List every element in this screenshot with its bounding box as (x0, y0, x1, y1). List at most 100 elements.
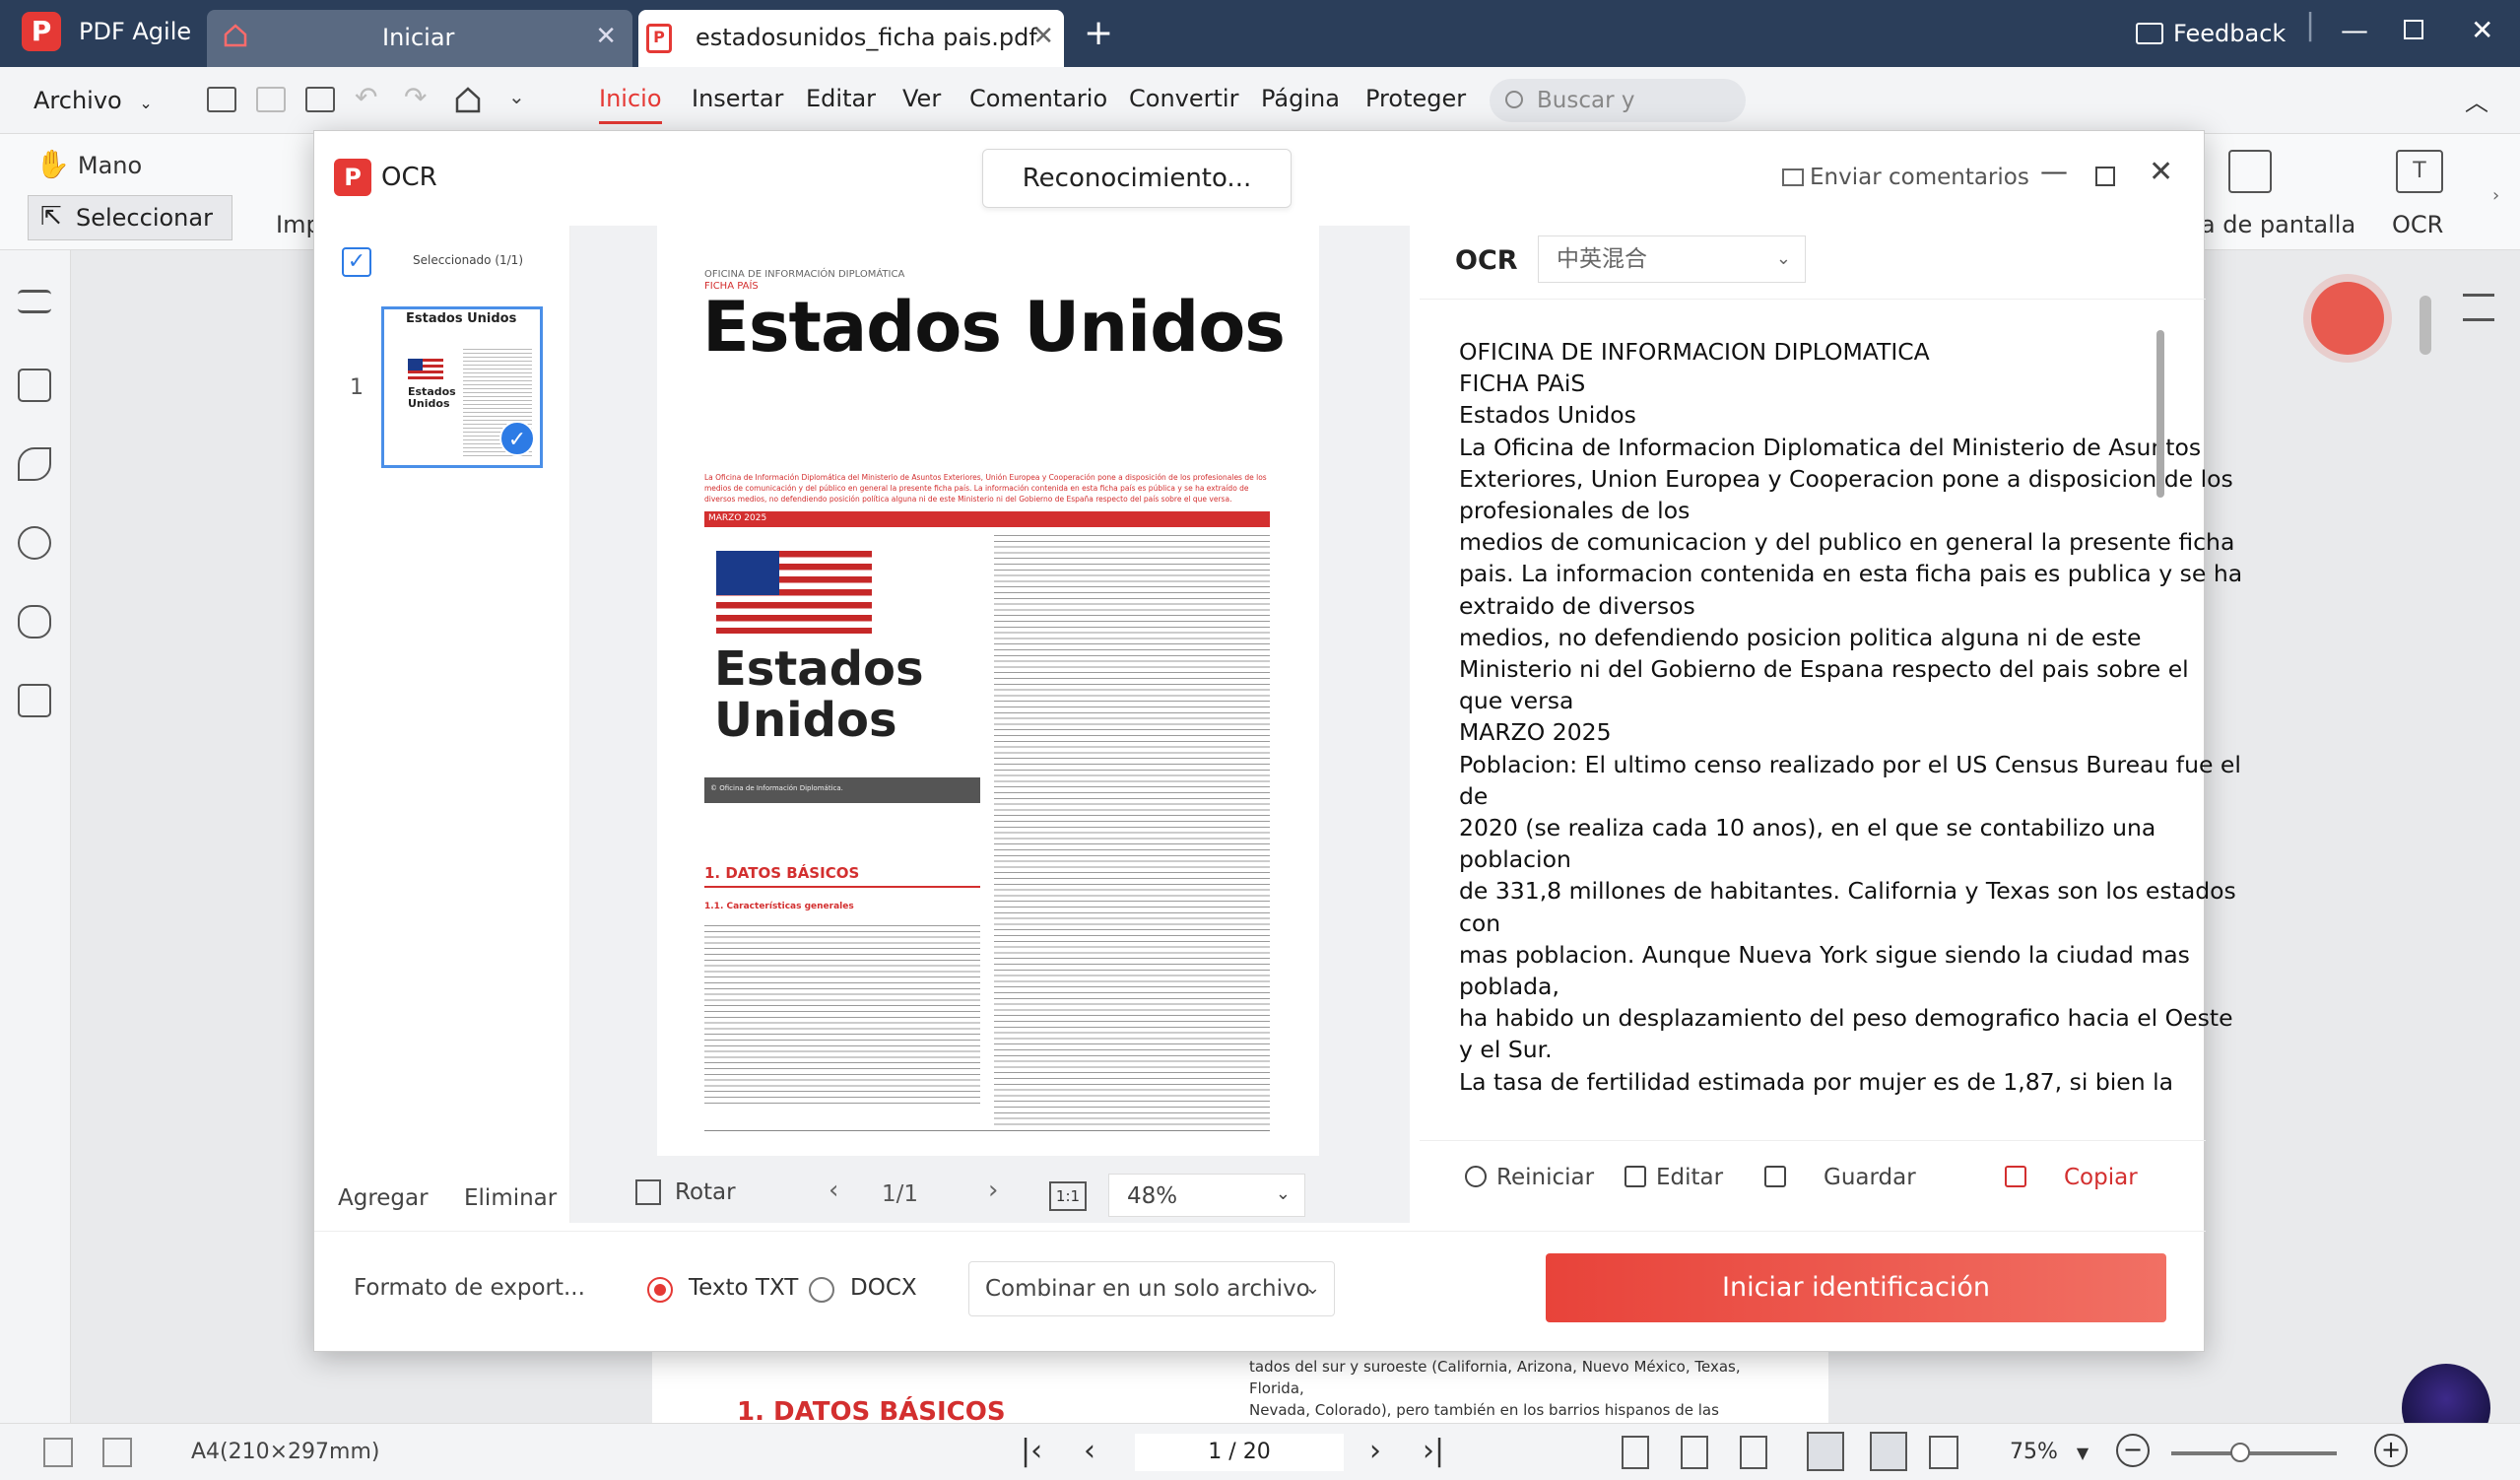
maximize-icon[interactable] (2404, 20, 2423, 39)
panel-left-icon[interactable] (43, 1438, 73, 1467)
customize-toolbar-icon[interactable]: ⌄ (508, 85, 525, 108)
hand-label: Mano (77, 152, 143, 179)
ribbon-tab-pagina[interactable]: Página (1261, 85, 1340, 112)
add-page-button[interactable]: Agregar (338, 1185, 429, 1211)
attachment-icon[interactable] (18, 605, 51, 639)
send-feedback-link[interactable]: Enviar comentarios (1782, 165, 2029, 190)
docx-radio[interactable] (809, 1277, 834, 1303)
ribbon-tab-editar[interactable]: Editar (806, 85, 876, 112)
zoom-slider-knob[interactable] (2230, 1443, 2250, 1462)
minimize-icon[interactable]: — (2341, 14, 2368, 46)
txt-radio[interactable] (647, 1277, 673, 1303)
preview-caption: © Oficina de Información Diplomática. (710, 784, 843, 792)
language-select[interactable]: 中英混合 ⌄ (1538, 235, 1806, 283)
actual-size-button[interactable]: 1:1 (1049, 1181, 1087, 1211)
ocr-result-text[interactable]: OFICINA DE INFORMACION DIPLOMATICA FICHA … (1459, 336, 2243, 1098)
fit-page-icon[interactable] (1622, 1436, 1649, 1469)
checkmark-icon[interactable]: ✓ (499, 421, 535, 456)
home-icon[interactable] (453, 85, 483, 114)
reset-button[interactable]: Reiniciar (1465, 1165, 1594, 1190)
settings-sliders-icon[interactable] (2463, 294, 2494, 321)
ocr-icon[interactable]: T (2396, 150, 2443, 193)
next-page-icon[interactable]: › (1369, 1434, 1381, 1468)
select-tool[interactable]: ⇱ Seleccionar (28, 195, 232, 240)
maximize-icon[interactable] (2095, 167, 2115, 186)
fit-width-icon[interactable] (1681, 1436, 1708, 1469)
chevron-right-icon[interactable]: › (2492, 185, 2499, 206)
ocr-text-line: La Oficina de Informacion Diplomatica de… (1459, 433, 2202, 461)
scrollbar[interactable] (2156, 330, 2164, 498)
prev-page-icon[interactable]: ‹ (829, 1176, 838, 1205)
start-identification-button[interactable]: Iniciar identificación (1546, 1253, 2166, 1322)
new-tab-icon[interactable]: + (1084, 14, 1113, 53)
close-window-icon[interactable]: ✕ (2471, 14, 2493, 46)
ocr-text-line: Estados Unidos (1459, 401, 1636, 430)
search-icon[interactable] (18, 526, 51, 560)
screenshot-icon[interactable] (2228, 150, 2272, 193)
page-number-input[interactable]: 1 / 20 (1135, 1434, 1344, 1471)
preview-page-indicator: 1/1 (882, 1181, 919, 1207)
ribbon-tab-comentario[interactable]: Comentario (969, 85, 1107, 112)
preview-zoom-select[interactable]: 48% ⌄ (1108, 1174, 1305, 1217)
open-folder-icon[interactable] (207, 87, 236, 112)
hand-tool[interactable]: ✋ Mano (35, 148, 142, 180)
app-logo: P (334, 159, 371, 196)
menu-icon[interactable] (18, 290, 51, 313)
ribbon-tab-insertar[interactable]: Insertar (692, 85, 783, 112)
scrollbar[interactable] (2420, 296, 2431, 355)
preview-title: Estados Unidos (702, 287, 1286, 368)
chevron-up-icon[interactable]: ︿ (2465, 83, 2488, 117)
zoom-dropdown[interactable]: 75% ▼ (2010, 1440, 2089, 1464)
next-page-icon[interactable]: › (988, 1176, 998, 1205)
feedback-button[interactable]: Feedback (2136, 20, 2286, 47)
single-page-view-icon[interactable] (1807, 1432, 1844, 1471)
screenshot-tool-label[interactable]: ra de pantalla (2191, 211, 2355, 238)
save-button[interactable]: Guardar (1764, 1165, 1916, 1190)
history-icon[interactable] (18, 684, 51, 717)
zoom-slider[interactable] (2171, 1443, 2337, 1462)
close-tab-icon[interactable]: ✕ (1032, 22, 1054, 51)
reset-icon (1465, 1166, 1487, 1187)
zoom-out-icon[interactable]: − (2116, 1434, 2150, 1467)
remove-page-button[interactable]: Eliminar (464, 1185, 557, 1211)
last-page-icon[interactable]: ›| (1423, 1434, 1444, 1468)
edit-button[interactable]: Editar (1625, 1165, 1723, 1190)
prev-page-icon[interactable]: ‹ (1084, 1434, 1095, 1468)
docx-radio-label[interactable]: DOCX (850, 1275, 917, 1301)
txt-radio-label[interactable]: Texto TXT (689, 1275, 798, 1301)
dialog-title: OCR (381, 163, 437, 192)
thumbnails-icon[interactable] (18, 369, 51, 402)
panel-right-icon[interactable] (102, 1438, 132, 1467)
zoom-in-icon[interactable]: + (2374, 1434, 2408, 1467)
select-all-checkbox[interactable]: ✓ (342, 247, 371, 277)
close-icon[interactable]: ✕ (2149, 155, 2173, 189)
ocr-text-line: pais. La informacion contenida en esta f… (1459, 560, 2243, 588)
actual-size-icon[interactable] (1740, 1436, 1767, 1469)
undo-icon[interactable]: ↶ (355, 81, 377, 113)
close-tab-icon[interactable]: ✕ (595, 22, 617, 51)
merge-files-select[interactable]: Combinar en un solo archivo ⌄ (968, 1261, 1335, 1316)
rotate-button[interactable]: Rotar (635, 1179, 736, 1205)
signature-icon[interactable] (18, 447, 51, 481)
floating-convert-button[interactable] (2311, 282, 2384, 355)
ocr-text-line: medios, no defendiendo posicion politica… (1459, 623, 2142, 651)
print-icon[interactable] (305, 87, 335, 112)
ocr-tool-label[interactable]: OCR (2392, 211, 2443, 238)
tab-document[interactable]: P estadosunidos_ficha pais.pdf ✕ (638, 10, 1064, 67)
search-replace-input[interactable]: Buscar y reempla... (1490, 79, 1746, 157)
ribbon-tab-proteger[interactable]: Proteger (1365, 85, 1466, 112)
minimize-icon[interactable]: — (2040, 155, 2068, 187)
continuous-view-icon[interactable] (1870, 1432, 1907, 1471)
save-icon[interactable] (256, 87, 286, 112)
two-page-view-icon[interactable] (1929, 1436, 1958, 1469)
tab-iniciar[interactable]: Iniciar ✕ (207, 10, 632, 67)
ribbon-tab-ver[interactable]: Ver (902, 85, 941, 112)
archivo-menu[interactable]: Archivo ⌄ (33, 87, 153, 114)
ribbon-tab-inicio[interactable]: Inicio (599, 85, 662, 124)
copy-button[interactable]: Copiar (2005, 1165, 2138, 1190)
preview-big-title: Estados Unidos (714, 641, 924, 748)
first-page-icon[interactable]: |‹ (1021, 1434, 1042, 1468)
redo-icon[interactable]: ↷ (404, 81, 427, 113)
ribbon-tab-convertir[interactable]: Convertir (1129, 85, 1238, 112)
select-label: Seleccionar (76, 204, 213, 232)
